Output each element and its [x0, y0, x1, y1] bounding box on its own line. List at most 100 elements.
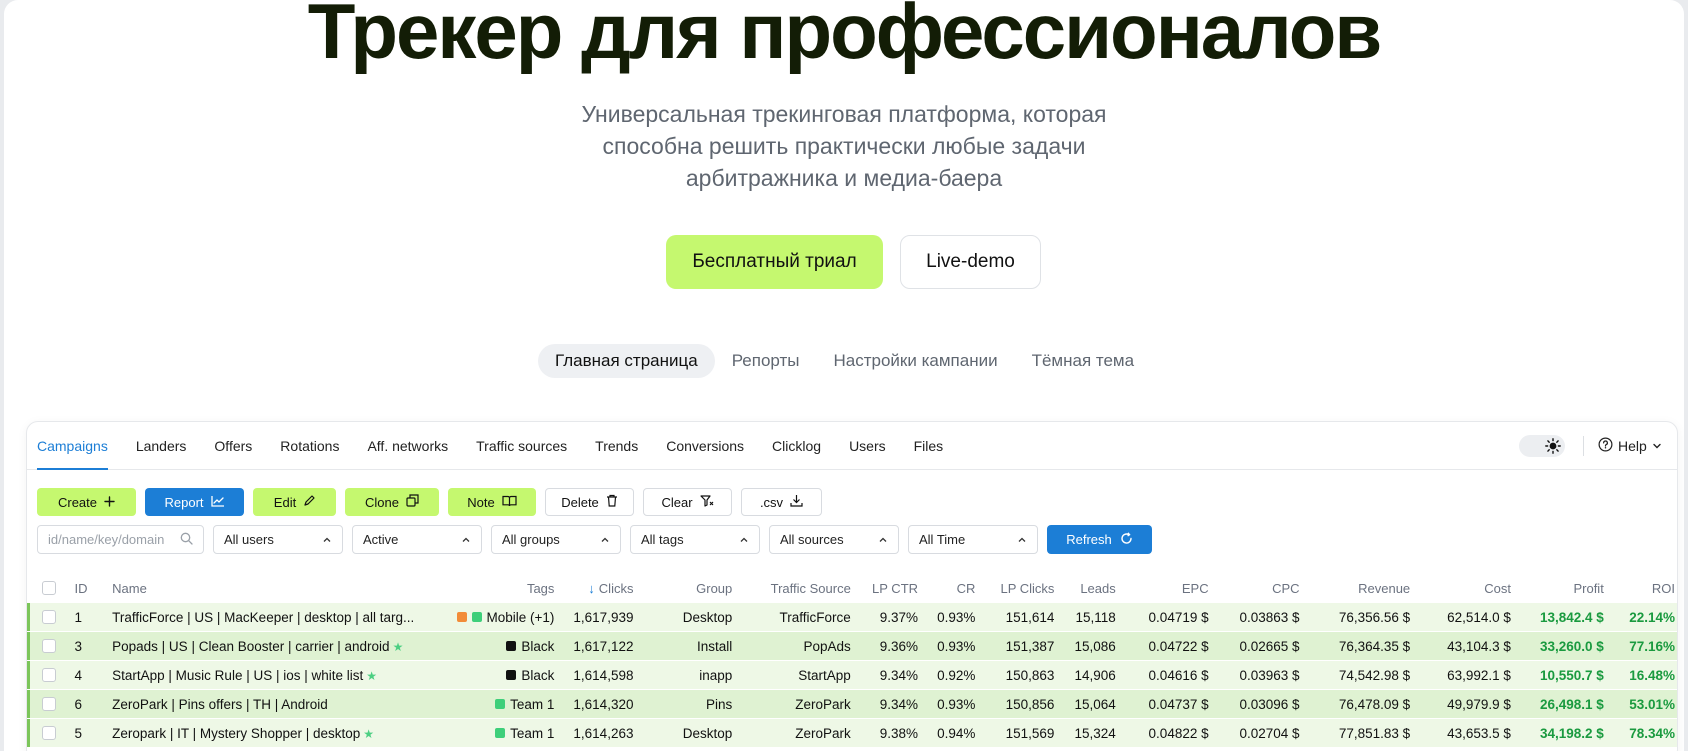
- row-name[interactable]: Zeropark | IT | Mystery Shopper | deskto…: [108, 726, 432, 741]
- col-leads[interactable]: Leads: [1058, 581, 1119, 596]
- col-profit[interactable]: Profit: [1515, 581, 1608, 596]
- tab-files[interactable]: Files: [900, 422, 958, 470]
- table-row[interactable]: 3 Popads | US | Clean Booster | carrier …: [27, 631, 1677, 660]
- row-traffic-source: ZeroPark: [795, 696, 851, 712]
- row-leads: 15,118: [1075, 609, 1116, 625]
- tab-rotations[interactable]: Rotations: [266, 422, 353, 470]
- table-row[interactable]: 4 StartApp | Music Rule | US | ios | whi…: [27, 660, 1677, 689]
- switch-main-page[interactable]: Главная страница: [538, 344, 715, 378]
- row-name[interactable]: ZeroPark | Pins offers | TH | Android: [108, 697, 432, 712]
- row-cost: 63,992.1 $: [1447, 667, 1511, 683]
- hero-subtitle-line: способна решить практически любые задачи: [602, 133, 1086, 159]
- table-header: ID Name Tags ↓ Clicks Group Traffic Sourc…: [27, 574, 1677, 602]
- table-row[interactable]: 6 ZeroPark | Pins offers | TH | Android …: [27, 689, 1677, 718]
- live-demo-button[interactable]: Live-demo: [900, 235, 1041, 289]
- campaigns-table: ID Name Tags ↓ Clicks Group Traffic Sourc…: [27, 574, 1677, 747]
- row-cr: 0.92%: [937, 667, 976, 683]
- tracker-app-preview: Campaigns Landers Offers Rotations Aff. …: [26, 421, 1678, 751]
- row-lp-ctr: 9.38%: [879, 725, 919, 741]
- tab-conversions[interactable]: Conversions: [652, 422, 758, 470]
- landing-page: Трекер для профессионалов Универсальная …: [4, 0, 1684, 751]
- star-icon[interactable]: ★: [363, 727, 374, 741]
- search-input[interactable]: id/name/key/domain: [37, 525, 204, 554]
- switch-dark-theme[interactable]: Тёмная тема: [1015, 344, 1152, 378]
- col-id[interactable]: ID: [71, 581, 109, 596]
- switch-reports[interactable]: Репорты: [715, 344, 817, 378]
- col-name[interactable]: Name: [108, 581, 432, 596]
- star-icon[interactable]: ★: [393, 640, 404, 654]
- report-button[interactable]: Report: [145, 488, 244, 516]
- tab-offers[interactable]: Offers: [200, 422, 266, 470]
- row-roi: 78.34%: [1629, 725, 1675, 741]
- row-epc: 0.04722 $: [1148, 638, 1209, 654]
- tab-traffic-sources[interactable]: Traffic sources: [462, 422, 581, 470]
- row-profit: 33,260.0 $: [1540, 638, 1604, 654]
- tab-landers[interactable]: Landers: [122, 422, 201, 470]
- time-range-select[interactable]: All Time: [908, 525, 1038, 554]
- theme-toggle[interactable]: [1519, 435, 1565, 457]
- row-traffic-source: ZeroPark: [795, 725, 851, 741]
- row-checkbox[interactable]: [27, 668, 71, 682]
- edit-button[interactable]: Edit: [253, 488, 336, 516]
- row-lp-clicks: 151,614: [1005, 609, 1055, 625]
- refresh-button[interactable]: Refresh: [1047, 525, 1152, 554]
- note-button[interactable]: Note: [448, 488, 536, 516]
- row-lp-clicks: 150,863: [1005, 667, 1055, 683]
- col-clicks[interactable]: ↓ Clicks: [558, 581, 637, 596]
- col-roi[interactable]: ROI: [1608, 581, 1677, 596]
- free-trial-button[interactable]: Бесплатный триал: [666, 235, 883, 289]
- row-checkbox[interactable]: [27, 639, 71, 653]
- row-name-text: Zeropark | IT | Mystery Shopper | deskto…: [112, 725, 361, 741]
- tab-users[interactable]: Users: [835, 422, 900, 470]
- col-cost[interactable]: Cost: [1414, 581, 1515, 596]
- csv-export-button[interactable]: .csv: [741, 488, 822, 516]
- row-revenue: 76,356.56 $: [1338, 609, 1411, 625]
- clone-button[interactable]: Clone: [345, 488, 439, 516]
- col-group[interactable]: Group: [637, 581, 736, 596]
- tag-color-swatch: [506, 670, 517, 680]
- col-epc[interactable]: EPC: [1120, 581, 1213, 596]
- status-select[interactable]: Active: [352, 525, 482, 554]
- tag-color-swatch: [456, 612, 467, 622]
- tags-select[interactable]: All tags: [630, 525, 760, 554]
- users-select[interactable]: All users: [213, 525, 343, 554]
- col-tags[interactable]: Tags: [432, 581, 558, 596]
- row-group: Pins: [706, 696, 733, 712]
- clear-button[interactable]: Clear: [643, 488, 732, 516]
- action-toolbar: Create Report Edit Clone Note Delete Cle…: [37, 488, 822, 516]
- table-row[interactable]: 1 TrafficForce | US | MacKeeper | deskto…: [27, 602, 1677, 631]
- delete-button[interactable]: Delete: [545, 488, 634, 516]
- col-revenue[interactable]: Revenue: [1304, 581, 1415, 596]
- row-name[interactable]: Popads | US | Clean Booster | carrier | …: [108, 639, 432, 654]
- row-checkbox[interactable]: [27, 697, 71, 711]
- row-roi: 22.14%: [1629, 609, 1675, 625]
- chevron-up-icon: [1017, 532, 1027, 547]
- sources-select[interactable]: All sources: [769, 525, 899, 554]
- row-checkbox[interactable]: [27, 610, 71, 624]
- row-clicks: 1,614,598: [573, 667, 634, 683]
- row-name[interactable]: StartApp | Music Rule | US | ios | white…: [108, 668, 432, 683]
- create-button[interactable]: Create: [37, 488, 136, 516]
- col-cr[interactable]: CR: [922, 581, 979, 596]
- row-cost: 43,653.5 $: [1447, 725, 1511, 741]
- row-name[interactable]: TrafficForce | US | MacKeeper | desktop …: [108, 610, 432, 625]
- col-traffic-source[interactable]: Traffic Source: [736, 581, 855, 596]
- tab-aff-networks[interactable]: Aff. networks: [353, 422, 462, 470]
- select-all-checkbox[interactable]: [27, 581, 71, 595]
- help-menu[interactable]: Help: [1598, 422, 1662, 470]
- row-clicks: 1,614,263: [573, 725, 634, 741]
- table-row[interactable]: 5 Zeropark | IT | Mystery Shopper | desk…: [27, 718, 1677, 747]
- tab-trends[interactable]: Trends: [581, 422, 652, 470]
- col-cpc[interactable]: CPC: [1213, 581, 1304, 596]
- star-icon[interactable]: ★: [366, 669, 377, 683]
- book-icon: [502, 495, 517, 510]
- main-nav: Campaigns Landers Offers Rotations Aff. …: [27, 422, 1677, 470]
- col-lp-clicks[interactable]: LP Clicks: [979, 581, 1058, 596]
- row-checkbox[interactable]: [27, 726, 71, 740]
- tab-campaigns[interactable]: Campaigns: [27, 422, 122, 470]
- row-profit: 26,498.1 $: [1540, 696, 1604, 712]
- col-lp-ctr[interactable]: LP CTR: [855, 581, 922, 596]
- switch-campaign-settings[interactable]: Настройки кампании: [817, 344, 1015, 378]
- groups-select[interactable]: All groups: [491, 525, 621, 554]
- tab-clicklog[interactable]: Clicklog: [758, 422, 835, 470]
